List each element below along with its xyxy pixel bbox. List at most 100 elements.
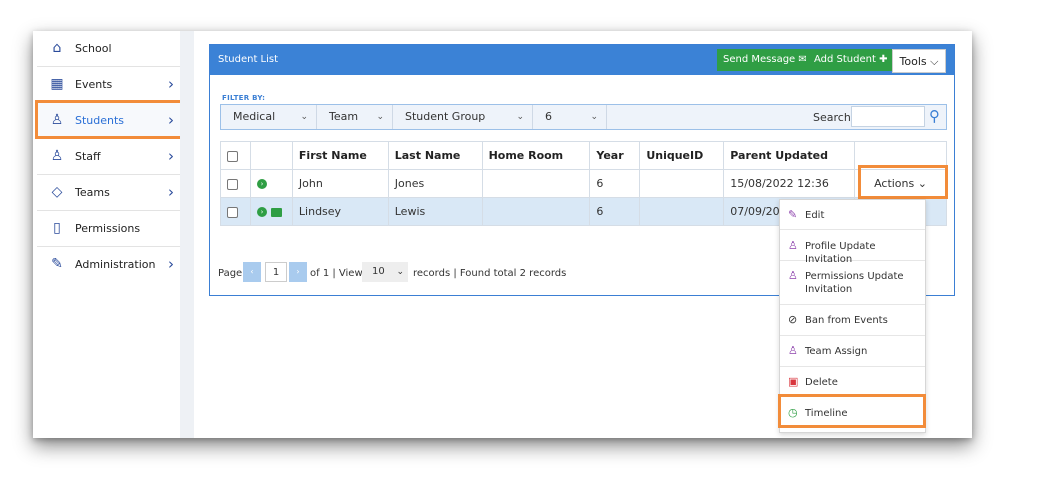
medical-kit-icon (270, 207, 282, 217)
row-checkbox[interactable] (227, 206, 238, 218)
calendar-icon: ▦ (50, 76, 64, 92)
home-icon: ⌂ (52, 40, 62, 56)
select-all-checkbox[interactable] (227, 150, 238, 162)
records-text: records | Found total 2 records (413, 268, 567, 279)
sidebar: ⌂ School ▦ Events › ♙ Students › ♙ Staff… (33, 31, 180, 438)
menu-item-label: Permissions Update Invitation (805, 271, 904, 295)
select-value: Medical (233, 110, 276, 123)
panel-header: Student List Send Message ✉ Add Student … (210, 45, 954, 75)
chevron-down-icon: ⌄ (516, 112, 524, 122)
header-first-name[interactable]: First Name (291, 141, 389, 170)
header-year[interactable]: Year (589, 141, 641, 170)
page-size-value: 10 (372, 266, 385, 277)
actions-button[interactable]: Actions ⌄ (874, 177, 927, 190)
sidebar-item-permissions[interactable]: ▯ Permissions (37, 211, 180, 247)
table-row[interactable]: › John Jones 6 15/08/2022 12:36 Actions … (220, 169, 947, 198)
cell-last-name: Lewis (387, 197, 483, 226)
cell-home-room (481, 197, 591, 226)
team-select[interactable]: Team ⌄ (317, 105, 393, 129)
menu-item-profile-update-invitation[interactable]: ♙ Profile Update Invitation (780, 230, 925, 265)
sidebar-item-school[interactable]: ⌂ School (37, 31, 180, 67)
row-icons-cell: › (249, 169, 293, 198)
clock-icon: ◷ (788, 406, 798, 419)
actions-menu: ✎ Edit ♙ Profile Update Invitation ♙ Per… (779, 199, 926, 433)
chevron-right-icon: › (168, 111, 174, 129)
menu-item-label: Ban from Events (805, 315, 888, 326)
chevron-right-icon: › (168, 147, 174, 165)
menu-item-timeline[interactable]: ◷ Timeline (780, 397, 925, 430)
app-window: ⌂ School ▦ Events › ♙ Students › ♙ Staff… (33, 31, 972, 438)
menu-item-edit[interactable]: ✎ Edit (780, 200, 925, 230)
page-number-input[interactable]: 1 (265, 262, 287, 282)
expand-icon[interactable]: › (256, 179, 267, 189)
search-icon[interactable]: ⚲ (929, 106, 947, 126)
chevron-right-icon: › (168, 183, 174, 201)
select-all-cell[interactable] (220, 141, 251, 170)
ban-icon: ⊘ (788, 313, 798, 326)
table-header-row: First Name Last Name Home Room Year Uniq… (220, 141, 947, 170)
row-checkbox[interactable] (227, 178, 238, 190)
pin-icon: ✎ (51, 256, 63, 272)
cell-actions: Actions ⌄ (854, 169, 947, 198)
sidebar-item-label: Students (75, 114, 125, 127)
menu-item-label: Team Assign (805, 346, 868, 357)
search-input[interactable] (851, 106, 925, 127)
menu-item-permissions-update-invitation[interactable]: ♙ Permissions Update Invitation (780, 261, 925, 305)
header-last-name[interactable]: Last Name (387, 141, 483, 170)
team-icon: ♙ (788, 344, 798, 357)
document-icon: ▯ (53, 220, 61, 236)
page-label: Page (218, 268, 243, 279)
cell-home-room (481, 169, 591, 198)
sidebar-item-label: Permissions (75, 222, 141, 235)
menu-item-label: Edit (805, 210, 825, 221)
tools-button[interactable]: Tools ⌵ (892, 49, 946, 73)
tag-icon: ◇ (51, 184, 63, 200)
sidebar-item-administration[interactable]: ✎ Administration › (37, 247, 180, 282)
sidebar-item-staff[interactable]: ♙ Staff › (37, 139, 180, 175)
panel-title: Student List (218, 54, 279, 65)
cell-first-name: John (291, 169, 389, 198)
header-parent-updated[interactable]: Parent Updated (723, 141, 856, 170)
sidebar-item-label: Administration (75, 258, 156, 271)
students-icon: ♙ (50, 112, 64, 128)
menu-item-label: Delete (805, 377, 838, 388)
menu-item-label: Timeline (805, 408, 848, 419)
cell-first-name: Lindsey (291, 197, 389, 226)
year-select[interactable]: 6 ⌄ (533, 105, 607, 129)
menu-item-team-assign[interactable]: ♙ Team Assign (780, 336, 925, 367)
user-group-icon: ♙ (788, 239, 798, 252)
sidebar-item-students[interactable]: ♙ Students › (37, 103, 180, 139)
filter-bar: Medical ⌄ Team ⌄ Student Group ⌄ 6 ⌄ Sea… (220, 104, 947, 130)
cell-year: 6 (589, 197, 641, 226)
sidebar-item-events[interactable]: ▦ Events › (37, 67, 180, 103)
expand-icon[interactable]: › (256, 207, 267, 217)
menu-item-ban-from-events[interactable]: ⊘ Ban from Events (780, 305, 925, 336)
cell-unique-id (639, 197, 725, 226)
next-page-button[interactable]: › (289, 262, 307, 282)
sidebar-gutter (180, 31, 194, 438)
header-home-room[interactable]: Home Room (481, 141, 591, 170)
sidebar-item-label: Staff (75, 150, 101, 163)
chevron-down-icon: ⌄ (376, 112, 384, 122)
header-icons (249, 141, 293, 170)
header-unique-id[interactable]: UniqueID (639, 141, 725, 170)
row-select-cell[interactable] (220, 169, 251, 198)
search-label: Search: (813, 111, 855, 124)
prev-page-button[interactable]: ‹ (243, 262, 261, 282)
chevron-right-icon: › (168, 255, 174, 273)
row-icons-cell: › (249, 197, 293, 226)
send-message-button[interactable]: Send Message ✉ (717, 49, 813, 71)
page-of-text: of 1 | View (310, 268, 363, 279)
filter-label: FILTER BY: (222, 94, 266, 102)
trash-icon: ▣ (788, 375, 799, 388)
row-select-cell[interactable] (220, 197, 251, 226)
menu-item-delete[interactable]: ▣ Delete (780, 367, 925, 397)
student-group-select[interactable]: Student Group ⌄ (393, 105, 533, 129)
pencil-icon: ✎ (788, 208, 798, 221)
add-student-button[interactable]: Add Student ✚ (808, 49, 894, 71)
sidebar-item-teams[interactable]: ◇ Teams › (37, 175, 180, 211)
medical-select[interactable]: Medical ⌄ (221, 105, 317, 129)
chevron-right-icon: › (168, 75, 174, 93)
chevron-down-icon: ⌄ (396, 267, 404, 277)
page-size-select[interactable]: 10 ⌄ (362, 262, 408, 282)
